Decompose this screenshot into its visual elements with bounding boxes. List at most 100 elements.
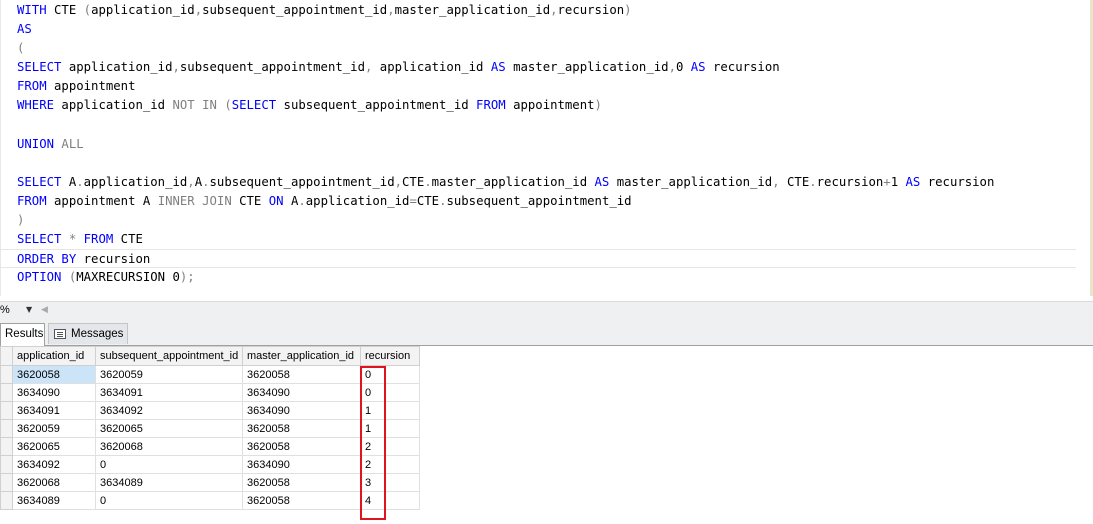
table-cell[interactable]: 3634090 <box>242 383 361 402</box>
table-cell[interactable]: 0 <box>95 455 243 474</box>
code-line[interactable] <box>17 116 1076 135</box>
chevron-down-icon[interactable]: ▼ <box>26 305 32 314</box>
table-cell[interactable]: 3634090 <box>12 383 96 402</box>
row-header[interactable] <box>0 419 13 438</box>
table-cell[interactable]: 3620058 <box>12 365 96 384</box>
code-token: NOT IN <box>172 98 225 113</box>
code-line[interactable]: ) <box>17 211 1076 230</box>
code-line[interactable] <box>17 154 1076 173</box>
table-cell[interactable]: 3620058 <box>242 491 361 510</box>
code-token: subsequent_appointment_id <box>179 60 365 75</box>
table-row[interactable]: 3634091 3634092 3634090 1 <box>0 401 420 420</box>
table-cell[interactable]: 3634091 <box>95 383 243 402</box>
table-cell[interactable]: 4 <box>360 491 420 510</box>
code-token: recursion <box>83 252 151 267</box>
code-token: FROM <box>17 79 55 94</box>
column-header-application-id[interactable]: application_id <box>12 346 96 366</box>
table-cell[interactable]: 3620065 <box>95 419 243 438</box>
table-cell[interactable]: 3620058 <box>242 365 361 384</box>
table-cell[interactable]: 3634090 <box>242 401 361 420</box>
code-line[interactable]: ORDER BY recursion <box>0 249 1076 269</box>
row-header[interactable] <box>0 473 13 492</box>
row-header[interactable] <box>0 455 13 474</box>
code-token: , <box>668 60 676 75</box>
code-line[interactable]: SELECT * FROM CTE <box>17 230 1076 249</box>
table-row[interactable]: 3620058 3620059 3620058 0 <box>0 365 420 384</box>
table-row[interactable]: 3634089 0 3620058 4 <box>0 491 420 510</box>
row-header[interactable] <box>0 437 13 456</box>
code-token: subsequent_appointment_id <box>209 174 395 189</box>
table-cell[interactable]: 3620068 <box>95 437 243 456</box>
code-token: WITH <box>17 3 55 17</box>
code-line[interactable]: WITH CTE (application_id,subsequent_appo… <box>17 1 1076 20</box>
code-line[interactable]: AS <box>17 20 1076 39</box>
table-cell[interactable]: 3620059 <box>12 419 96 438</box>
table-row[interactable]: 3634090 3634091 3634090 0 <box>0 383 420 402</box>
row-header[interactable] <box>0 365 13 384</box>
tab-results[interactable]: Results <box>0 323 45 346</box>
column-header-master-application-id[interactable]: master_application_id <box>242 346 361 366</box>
table-cell[interactable]: 3620065 <box>12 437 96 456</box>
table-cell[interactable]: 3620068 <box>12 473 96 492</box>
code-token: subsequent_appointment_id <box>202 3 388 17</box>
code-line[interactable]: SELECT A.application_id,A.subsequent_app… <box>17 173 1076 192</box>
sql-code[interactable]: WITH CTE (application_id,subsequent_appo… <box>0 1 1076 287</box>
table-cell[interactable]: 0 <box>360 383 420 402</box>
table-cell[interactable]: 2 <box>360 437 420 456</box>
code-token: subsequent_appointment_id <box>446 193 632 208</box>
code-line[interactable]: WHERE application_id NOT IN (SELECT subs… <box>17 96 1076 115</box>
code-token: A <box>194 174 203 189</box>
query-editor[interactable]: WITH CTE (application_id,subsequent_appo… <box>0 0 1093 296</box>
table-cell[interactable]: 1 <box>360 419 420 438</box>
table-cell[interactable]: 3620058 <box>242 473 361 492</box>
table-cell[interactable]: 3634091 <box>12 401 96 420</box>
corner-cell[interactable] <box>0 346 13 366</box>
code-token: recursion <box>557 3 625 17</box>
code-line[interactable]: SELECT application_id,subsequent_appoint… <box>17 58 1076 77</box>
code-token: MAXRECURSION 0 <box>76 270 180 285</box>
code-token: application_id <box>379 60 491 75</box>
column-header-subsequent-appointment-id[interactable]: subsequent_appointment_id <box>95 346 243 366</box>
row-header[interactable] <box>0 383 13 402</box>
code-token: application_id <box>83 174 188 189</box>
table-row[interactable]: 3620068 3634089 3620058 3 <box>0 473 420 492</box>
table-cell[interactable]: 3634092 <box>12 455 96 474</box>
code-token: , <box>172 60 180 75</box>
code-line[interactable]: UNION ALL <box>17 135 1076 154</box>
table-row[interactable]: 3620059 3620065 3620058 1 <box>0 419 420 438</box>
tab-messages[interactable]: Messages <box>48 323 128 344</box>
table-cell[interactable]: 2 <box>360 455 420 474</box>
table-row[interactable]: 3620065 3620068 3620058 2 <box>0 437 420 456</box>
code-token: recursion <box>816 174 884 189</box>
code-token: WHERE <box>17 98 62 113</box>
results-table: application_id subsequent_appointment_id… <box>0 346 420 510</box>
code-line[interactable]: OPTION (MAXRECURSION 0); <box>17 268 1076 287</box>
table-cell[interactable]: 1 <box>360 401 420 420</box>
table-cell[interactable]: 3634089 <box>95 473 243 492</box>
table-cell[interactable]: 3 <box>360 473 420 492</box>
table-cell[interactable]: 3634092 <box>95 401 243 420</box>
code-line[interactable]: ( <box>17 39 1076 58</box>
table-cell[interactable]: 3620059 <box>95 365 243 384</box>
table-cell[interactable]: 3634090 <box>242 455 361 474</box>
code-line[interactable]: FROM appointment A INNER JOIN CTE ON A.a… <box>17 192 1076 211</box>
code-line[interactable]: FROM appointment <box>17 77 1076 96</box>
tab-messages-label: Messages <box>71 328 124 340</box>
code-token: CTE <box>416 193 440 208</box>
table-row[interactable]: 3634092 0 3634090 2 <box>0 455 420 474</box>
table-cell[interactable]: 3620058 <box>242 419 361 438</box>
code-token: ); <box>179 270 195 285</box>
row-header[interactable] <box>0 491 13 510</box>
code-token: AS <box>690 60 713 75</box>
table-cell[interactable]: 0 <box>95 491 243 510</box>
zoom-level[interactable]: % <box>0 304 10 316</box>
code-token: = <box>409 193 417 208</box>
column-header-recursion[interactable]: recursion <box>360 346 420 366</box>
code-token: . <box>424 174 432 189</box>
table-cell[interactable]: 3634089 <box>12 491 96 510</box>
scroll-left-icon[interactable]: ◀ <box>41 305 48 315</box>
code-token: , <box>772 174 788 189</box>
table-cell[interactable]: 3620058 <box>242 437 361 456</box>
row-header[interactable] <box>0 401 13 420</box>
table-cell[interactable]: 0 <box>360 365 420 384</box>
